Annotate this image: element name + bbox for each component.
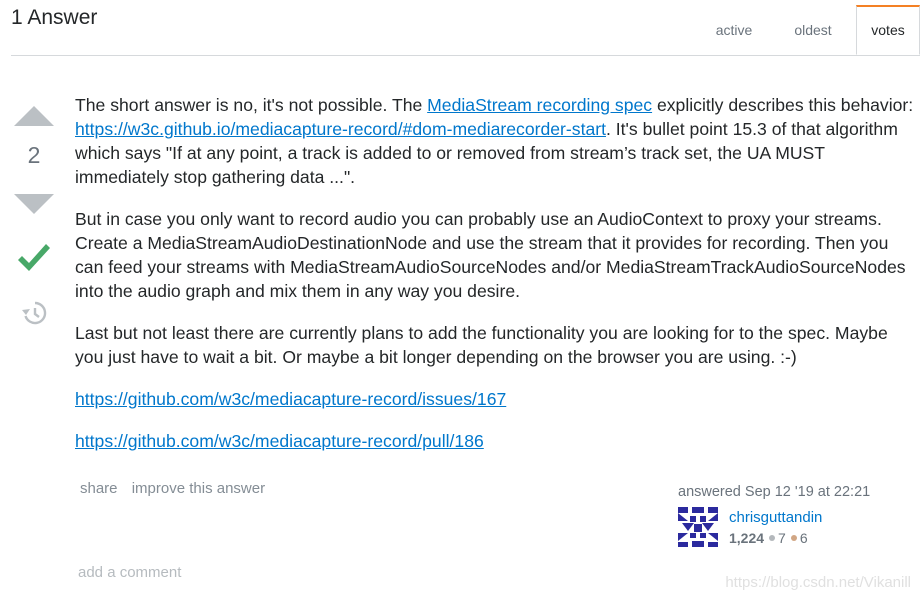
answer-body: The short answer is no, it's not possibl…	[75, 93, 920, 471]
pull-link-paragraph: https://github.com/w3c/mediacapture-reco…	[75, 429, 920, 453]
header-divider	[11, 55, 920, 56]
answer-paragraph-1: The short answer is no, it's not possibl…	[75, 93, 920, 189]
bronze-badge-icon	[790, 535, 797, 542]
tab-active[interactable]: active	[698, 5, 770, 55]
bronze-badge-count: 6	[799, 530, 808, 546]
reputation-info: 1,224 7 6	[729, 530, 808, 546]
answered-time: answered Sep 12 '19 at 22:21	[678, 484, 871, 500]
issue-link-paragraph: https://github.com/w3c/mediacapture-reco…	[75, 387, 920, 411]
post-menu: share improve this answer	[80, 480, 275, 497]
tab-oldest[interactable]: oldest	[770, 5, 856, 55]
answers-count-title: 1 Answer	[11, 6, 98, 29]
improve-answer-link[interactable]: improve this answer	[132, 480, 265, 497]
pull-request-link[interactable]: https://github.com/w3c/mediacapture-reco…	[75, 431, 484, 451]
downvote-arrow-icon[interactable]	[14, 194, 54, 214]
avatar[interactable]	[678, 507, 718, 547]
user-signature: answered Sep 12 '19 at 22:21 chrisguttan…	[678, 484, 898, 547]
user-name-link[interactable]: chrisguttandin	[729, 509, 822, 526]
reputation-score: 1,224	[729, 530, 765, 546]
answer-paragraph-2: But in case you only want to record audi…	[75, 209, 906, 301]
upvote-arrow-icon[interactable]	[14, 106, 54, 126]
answer-paragraph-3: Last but not least there are currently p…	[75, 323, 888, 367]
watermark: https://blog.csdn.net/Vikanill	[725, 574, 911, 591]
p1-text-a: The short answer is no, it's not possibl…	[75, 95, 428, 115]
accepted-check-icon	[18, 244, 50, 271]
history-icon[interactable]	[21, 300, 47, 326]
share-link[interactable]: share	[80, 480, 118, 497]
add-comment-link[interactable]: add a comment	[78, 564, 181, 581]
p1-text-b: explicitly describes this behavior:	[652, 95, 914, 115]
recording-spec-link[interactable]: MediaStream recording spec	[427, 95, 652, 115]
spec-url-link[interactable]: https://w3c.github.io/mediacapture-recor…	[75, 119, 606, 139]
vote-count: 2	[27, 142, 41, 168]
silver-badge-count: 7	[778, 530, 786, 546]
issue-link[interactable]: https://github.com/w3c/mediacapture-reco…	[75, 389, 506, 409]
silver-badge-icon	[769, 535, 776, 542]
tab-votes[interactable]: votes	[856, 5, 920, 55]
